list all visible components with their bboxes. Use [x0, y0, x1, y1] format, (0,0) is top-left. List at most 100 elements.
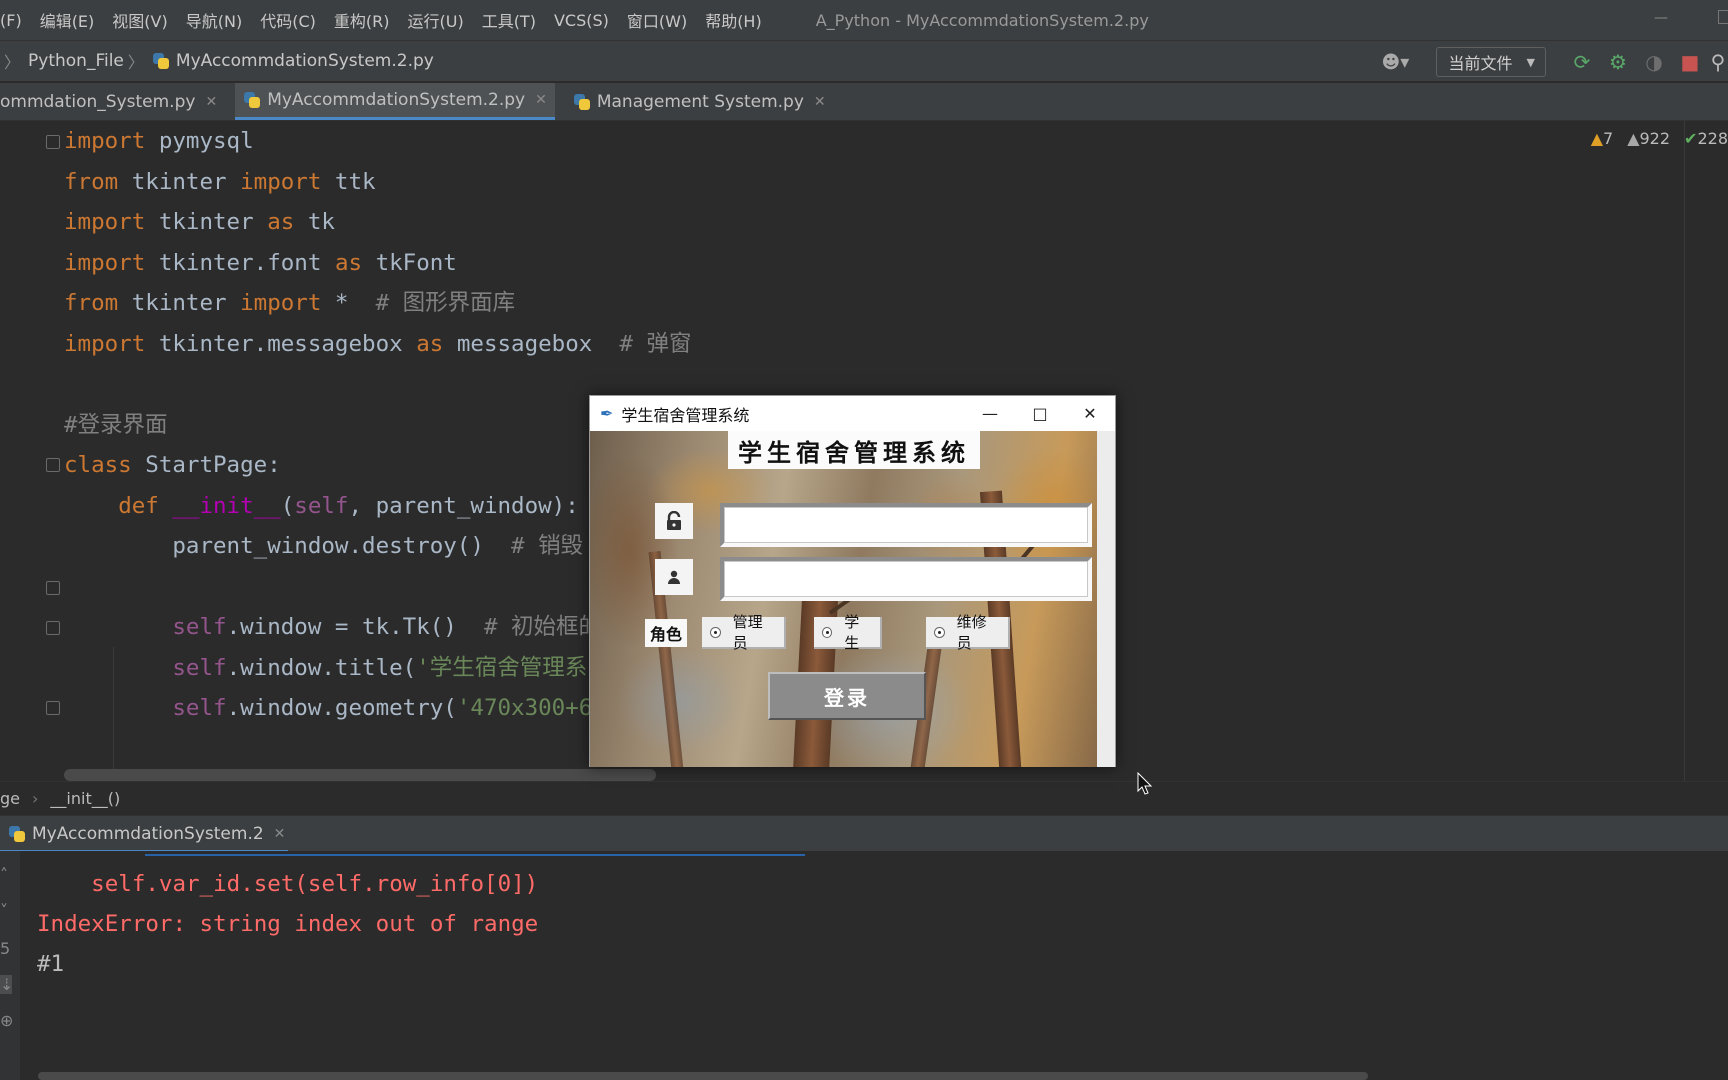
run-console[interactable]: ˄ ˅ 5 ⇣ ⊕ self.var_id.set(self.row_info[…: [0, 851, 1728, 1080]
login-window-title: 学生宿舍管理系统: [621, 405, 750, 425]
login-window-titlebar[interactable]: ✒ 学生宿舍管理系统 — □ ✕: [590, 396, 1115, 431]
editor-horizontal-scrollbar[interactable]: [64, 769, 656, 781]
inspection-widget[interactable]: ▲7 ▲922 ✔228: [1591, 129, 1728, 148]
check-icon: ✔: [1684, 129, 1698, 148]
menu-run[interactable]: 运行(U): [398, 8, 472, 32]
tab-label: ommdation_System.py: [0, 91, 196, 112]
clipped-traceback-line: [145, 851, 965, 857]
console-horizontal-scrollbar[interactable]: [38, 1072, 1368, 1080]
ok-count: ✔228: [1684, 129, 1728, 148]
menu-vcs[interactable]: VCS(S): [545, 11, 618, 30]
radio-icon: [710, 626, 721, 638]
code-line: import pymysql: [64, 128, 254, 154]
weak-warning-count: ▲922: [1627, 129, 1671, 148]
arrow-up-icon[interactable]: ˄: [0, 865, 12, 884]
close-icon[interactable]: ✕: [814, 94, 826, 110]
window-title: A_Python - MyAccommdationSystem.2.py: [815, 10, 1149, 30]
fold-marker-icon[interactable]: [46, 458, 60, 472]
python-file-icon: [152, 52, 170, 70]
feather-icon: ✒: [600, 404, 614, 423]
maximize-icon[interactable]: □: [1015, 396, 1065, 431]
close-icon[interactable]: ✕: [274, 826, 286, 842]
code-breadcrumb: ge › __init__(): [0, 781, 1728, 815]
fold-marker-icon[interactable]: [46, 135, 60, 149]
stop-icon[interactable]: ■: [1672, 50, 1708, 74]
run-config-select[interactable]: 当前文件 ▼: [1435, 47, 1546, 77]
menu-refactor[interactable]: 重构(R): [325, 8, 399, 32]
username-input[interactable]: [724, 507, 1088, 543]
breadcrumb-class[interactable]: ge: [0, 789, 20, 808]
menu-file[interactable]: (F): [0, 11, 31, 30]
window-maximize-icon[interactable]: [1718, 10, 1728, 24]
password-input[interactable]: [724, 561, 1088, 597]
tab-accommodation-system[interactable]: ommdation_System.py ✕: [0, 83, 225, 120]
radio-icon: [822, 626, 833, 638]
python-file-icon: [243, 91, 261, 109]
chevron-right-icon: ›: [32, 789, 39, 808]
menu-tools[interactable]: 工具(T): [473, 8, 545, 32]
role-radio-admin[interactable]: 管理员: [702, 613, 786, 652]
role-label: 角色: [645, 619, 687, 647]
right-margin-line: [1684, 121, 1685, 781]
chevron-right-icon: 〉: [4, 53, 21, 72]
menu-edit[interactable]: 编辑(E): [31, 8, 104, 32]
login-background-image: 学生宿舍管理系统 角色 管理员 学生 维修员 登录: [590, 431, 1115, 767]
fold-marker-icon[interactable]: [46, 621, 60, 635]
editor-tabs: ommdation_System.py ✕ MyAccommdationSyst…: [0, 83, 1728, 121]
role-radio-student[interactable]: 学生: [814, 613, 882, 652]
close-icon[interactable]: ✕: [535, 92, 547, 108]
breadcrumb-method[interactable]: __init__(): [50, 789, 120, 808]
username-field[interactable]: [720, 503, 1092, 547]
menu-code[interactable]: 代码(C): [251, 8, 325, 32]
code-line: import tkinter.messagebox as messagebox …: [64, 330, 692, 357]
print-icon[interactable]: ⊕: [0, 1011, 13, 1030]
fold-marker-icon[interactable]: [46, 701, 60, 715]
arrow-down-icon[interactable]: ˅: [0, 901, 12, 920]
code-line: from tkinter import ttk: [64, 168, 376, 195]
menu-window[interactable]: 窗口(W): [618, 8, 696, 32]
menu-bar: (F) 编辑(E) 视图(V) 导航(N) 代码(C) 重构(R) 运行(U) …: [0, 0, 1728, 40]
user-icon: [655, 559, 693, 595]
search-icon[interactable]: ⚲: [1708, 50, 1728, 74]
tab-my-accommodation-system[interactable]: MyAccommdationSystem.2.py ✕: [235, 83, 555, 120]
coverage-icon[interactable]: ◑: [1636, 50, 1672, 74]
login-button[interactable]: 登录: [768, 672, 926, 720]
user-icon[interactable]: ☻▾: [1382, 52, 1412, 73]
password-field[interactable]: [720, 557, 1092, 601]
app-title: 学生宿舍管理系统: [728, 431, 980, 469]
wrap-icon[interactable]: 5: [0, 939, 12, 958]
rerun-icon[interactable]: ⟳: [1564, 50, 1600, 74]
tab-management-system[interactable]: Management System.py ✕: [565, 83, 834, 120]
nav-crumb-file[interactable]: MyAccommdationSystem.2.py: [176, 51, 434, 71]
window-minimize-icon[interactable]: —: [1654, 10, 1668, 26]
login-window: ✒ 学生宿舍管理系统 — □ ✕ 学生宿舍管理系统 角色 管理员 学生 维修员 …: [589, 395, 1116, 767]
run-config-label: 当前文件: [1448, 54, 1513, 73]
menu-view[interactable]: 视图(V): [103, 8, 176, 32]
warning-icon: ▲: [1590, 129, 1603, 148]
warning-count: ▲7: [1590, 129, 1614, 148]
console-line: #1: [37, 951, 65, 977]
code-line: from tkinter import * # 图形界面库: [64, 290, 516, 316]
run-tab-label: MyAccommdationSystem.2: [32, 823, 264, 844]
run-tab[interactable]: MyAccommdationSystem.2 ✕: [0, 816, 293, 852]
lock-icon: [655, 503, 693, 539]
minimize-icon[interactable]: —: [965, 396, 1015, 431]
code-line: import tkinter.font as tkFont: [64, 249, 457, 276]
tab-label: MyAccommdationSystem.2.py: [267, 90, 526, 110]
python-file-icon: [573, 93, 591, 111]
debug-bug-icon[interactable]: ⚙: [1600, 50, 1636, 74]
close-icon[interactable]: ✕: [205, 94, 217, 110]
console-error-line: IndexError: string index out of range: [37, 911, 539, 937]
nav-crumb-folder[interactable]: Python_File: [28, 51, 124, 71]
run-tool-window-tabs: MyAccommdationSystem.2 ✕: [0, 815, 1728, 853]
close-icon[interactable]: ✕: [1065, 396, 1115, 431]
menu-help[interactable]: 帮助(H): [696, 8, 771, 32]
menu-navigate[interactable]: 导航(N): [177, 8, 251, 32]
window-edge: [1097, 431, 1115, 767]
scroll-to-end-icon[interactable]: ⇣: [0, 975, 13, 994]
python-file-icon: [8, 825, 26, 843]
radio-icon: [934, 626, 945, 638]
chevron-right-icon: 〉: [127, 53, 144, 72]
role-radio-repairer[interactable]: 维修员: [926, 613, 1010, 652]
fold-marker-icon[interactable]: [46, 581, 60, 595]
